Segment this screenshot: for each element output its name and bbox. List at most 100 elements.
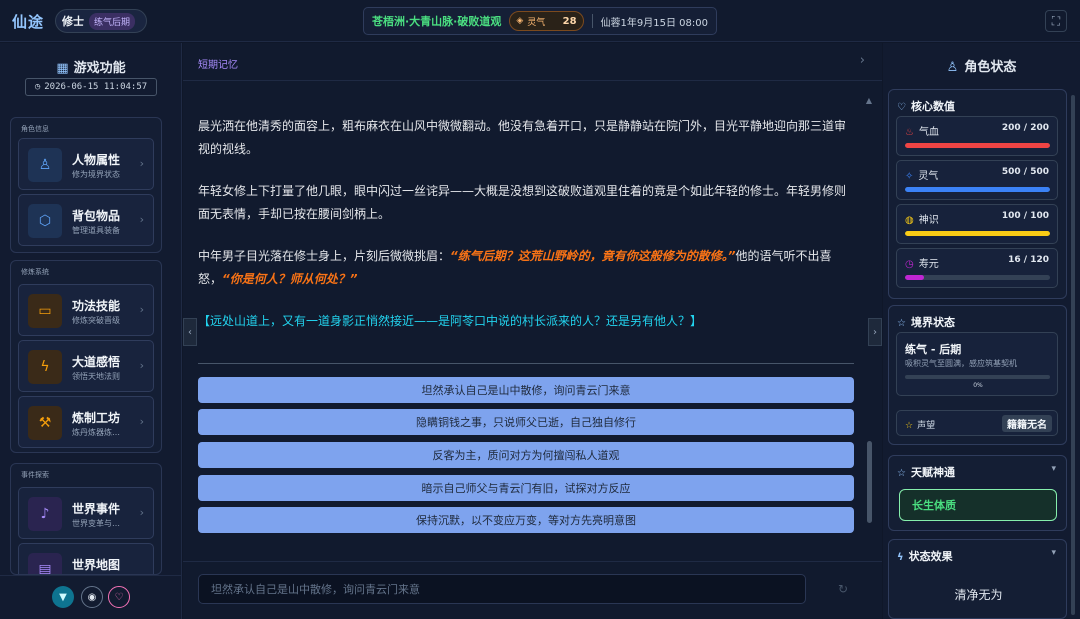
collapse-right-button[interactable]: › [868,318,882,346]
favorite-button[interactable]: ♡ [108,586,130,608]
stat-bar-fill [905,275,925,280]
system-hint: 【远处山道上，又有一道身影正悄然接近——是阿苓口中说的村长派来的人？还是另有他人… [198,314,703,328]
stat-lifespan: ◷ 寿元 16 / 120 [896,248,1058,288]
realm-card: ☆ 境界状态 练气 - 后期 吸积灵气至圆满，感应筑基契机 0% ☆ 声望 籍籍无名 [888,305,1067,445]
chevron-right-icon: › [139,303,144,316]
caret-down-icon[interactable]: ▾ [1051,548,1056,558]
card-title: ϟ 状态效果 [897,548,953,564]
stat-bar-fill [905,143,1050,148]
role-chip[interactable]: 修士 练气后期 [55,9,147,33]
menu-item-subtitle: 修为境界状态 [72,170,120,179]
fullscreen-icon: ⛶ [1051,13,1061,28]
stat-name: ♨ 气血 [905,123,939,138]
menu-item-subtitle: 领悟天地法则 [72,372,120,381]
menu-item-title: 功法技能 [72,299,121,313]
fullscreen-button[interactable]: ⛶ [1045,10,1067,32]
fame-label-text: 声望 [917,421,936,431]
stat-value: 500 / 500 [1001,167,1049,177]
stat-bar [905,143,1050,148]
scrollbar[interactable] [1071,95,1075,615]
card-title-text: 天赋神通 [910,466,955,479]
group-cultivation: 修炼系统 ▭ 功法技能 修炼突破晋级 › ϟ 大道感悟 领悟天地法则 › ⚒ 炼… [10,260,162,453]
core-stats-card: ♡ 核心数值 ♨ 气血 200 / 200 ✧ 灵气 500 / 500 ◍ 神识 10… [888,89,1067,299]
qi-value: 28 [562,15,577,27]
heart-icon: ♡ [114,591,124,603]
scrollbar-thumb[interactable] [867,441,872,523]
menu-item-title: 炼制工坊 [72,411,121,425]
talent-card[interactable]: ☆ 天赋神通 ▾ 长生体质 [888,455,1067,531]
card-title-text: 境界状态 [910,316,955,329]
stat-bar [905,187,1050,192]
story-paragraph: 年轻女修上下打量了他几眼，眼中闪过一丝诧异——大概是没想到这破败道观里住着的竟是… [198,180,854,226]
dialogue-highlight: “你是何人？师从何处？” [222,272,358,286]
qi-label: 灵气 [527,17,546,28]
chevron-right-icon: › [139,157,144,170]
bolt-icon: ϟ [28,350,62,384]
stat-name-text: 气血 [918,127,939,138]
chevron-right-icon: › [139,213,144,226]
choice-button[interactable]: 隐瞒铜钱之事，只说师父已逝，自己独自修行 [198,409,854,435]
collapse-left-button[interactable]: ‹ [183,318,197,346]
map-icon: ▤ [28,553,62,574]
story-paragraph: 中年男子目光落在修士身上，片刻后微微挑眉：“练气后期？这荒山野岭的，竟有你这般修… [198,245,854,291]
card-title: ☆ 天赋神通 [897,464,955,480]
collapse-button[interactable]: ▼ [52,586,74,608]
menu-item-inventory[interactable]: ⬡ 背包物品 管理道具装备 › [18,194,154,246]
caret-down-icon[interactable]: ▾ [1051,464,1056,474]
stat-bar [905,231,1050,236]
choice-button[interactable]: 坦然承认自己是山中散修，询问青云门来意 [198,377,854,403]
datetime-text: 2026-06-15 11:04:57 [44,82,148,92]
github-button[interactable]: ◉ [81,586,103,608]
send-icon[interactable]: ↻ [838,582,848,596]
mind-icon: ◍ [905,215,914,226]
fame-row: ☆ 声望 籍籍无名 [896,410,1058,436]
choice-button[interactable]: 保持沉默，以不变应万变，等对方先亮明意图 [198,507,854,533]
realm-badge: 练气后期 [89,12,136,30]
menu-item-world-events[interactable]: ♪ 世界事件 世界变革与… › [18,487,154,539]
stat-value: 200 / 200 [1001,123,1049,133]
spirit-icon: ✧ [905,171,914,182]
star-icon: ☆ [897,468,906,479]
bell-icon: ♪ [28,497,62,531]
chevron-right-icon: › [139,359,144,372]
memory-label: 短期记忆 [198,60,238,71]
stat-bar-fill [905,187,1050,192]
memory-bar[interactable]: 短期记忆 › [183,43,882,81]
story-text: 晨光洒在他清秀的面容上，粗布麻衣在山风中微微翻动。他没有急着开口，只是静静站在院… [198,115,854,352]
menu-item-title: 世界地图 [72,558,121,572]
datetime-display: ◷ 2026-06-15 11:04:57 [25,78,157,96]
card-title-text: 核心数值 [910,100,955,113]
scroll-up-icon[interactable]: ▲ [866,96,872,105]
choice-button[interactable]: 反客为主，质问对方为何擅闯私人道观 [198,442,854,468]
story-paragraph-text: 年轻女修上下打量了他几眼，眼中闪过一丝诧异——大概是没想到这破败道观里住着的竟是… [198,184,847,221]
stat-name-text: 寿元 [918,259,939,270]
status-effects-card[interactable]: ϟ 状态效果 ▾ 清净无为 [888,539,1067,619]
realm-progress-bar [905,375,1050,379]
card-title: ♡ 核心数值 [897,98,955,114]
menu-item-world-map[interactable]: ▤ 世界地图 [18,543,154,574]
chevron-down-icon: ▼ [59,591,67,603]
choice-button[interactable]: 暗示自己师父与青云门有旧，试探对方反应 [198,475,854,501]
menu-item-subtitle: 炼丹炼器炼… [72,428,120,437]
menu-item-dao[interactable]: ϟ 大道感悟 领悟天地法则 › [18,340,154,392]
chevron-right-icon: › [873,326,877,338]
person-icon: ♙ [946,60,959,75]
location-name: 苍梧洲·大青山脉·破败道观 [372,15,502,28]
stat-hp: ♨ 气血 200 / 200 [896,116,1058,156]
divider [591,14,593,28]
github-icon: ◉ [87,591,97,603]
menu-item-subtitle: 修炼突破晋级 [72,316,120,325]
chevron-right-icon: › [139,506,144,519]
main-panel: 短期记忆 › ▲ 晨光洒在他清秀的面容上，粗布麻衣在山风中微微翻动。他没有急着开… [183,43,882,619]
menu-item-attributes[interactable]: ♙ 人物属性 修为境界状态 › [18,138,154,190]
menu-item-skills[interactable]: ▭ 功法技能 修炼突破晋级 › [18,284,154,336]
fame-value: 籍籍无名 [1002,415,1052,432]
card-title-text: 状态效果 [908,550,953,563]
menu-item-workshop[interactable]: ⚒ 炼制工坊 炼丹炼器炼… › [18,396,154,448]
location-box: 苍梧洲·大青山脉·破败道观 ◈ 灵气 28 仙蓉1年9月15日 08:00 [363,7,717,35]
status-panel-title: ♙ 角色状态 [883,56,1080,75]
person-icon: ♙ [28,148,62,182]
stat-qi: ✧ 灵气 500 / 500 [896,160,1058,200]
blood-icon: ♨ [905,127,914,138]
action-input[interactable] [198,574,806,604]
